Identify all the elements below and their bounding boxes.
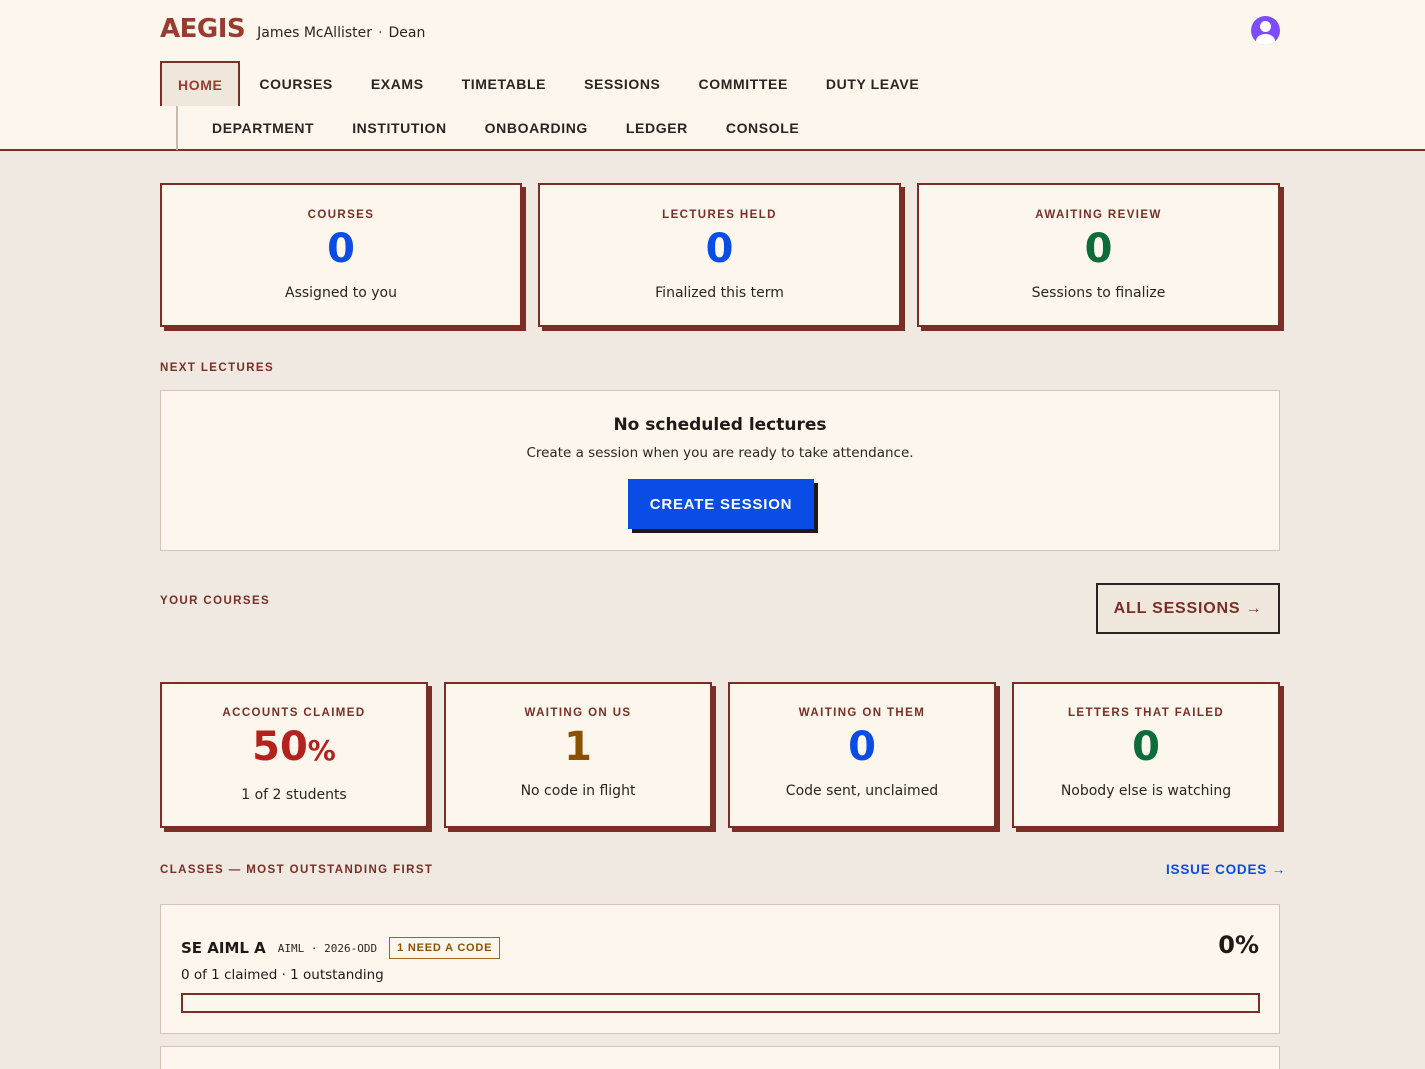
nav-item-ledger[interactable]: LEDGER — [607, 120, 707, 136]
stat-sub: Sessions to finalize — [1031, 285, 1166, 301]
stat-sub: Assigned to you — [285, 285, 397, 301]
stat-value: 50% — [162, 725, 426, 773]
stat-sub: No code in flight — [520, 783, 636, 799]
stat-value: 0 — [1084, 226, 1113, 272]
nav-item-committee[interactable]: COMMITTEE — [680, 76, 807, 92]
nav-item-courses[interactable]: COURSES — [240, 76, 351, 92]
stat-label: COURSES — [307, 209, 375, 221]
user-separator: · — [378, 25, 383, 41]
stat-label: WAITING ON US — [524, 707, 632, 719]
user-role: Dean — [388, 25, 426, 41]
class-card[interactable]: SE AIML A AIML · 2026-ODD 1 NEED A CODE … — [160, 904, 1280, 1034]
stat-value: 0 — [327, 226, 355, 272]
stat-value: 0 — [705, 226, 734, 272]
stat-card-awaiting-review: AWAITING REVIEW 0 Sessions to finalize — [917, 183, 1280, 327]
nav-item-duty-leave[interactable]: DUTY LEAVE — [807, 76, 938, 92]
stat-value-number: 50 — [252, 724, 308, 770]
stat-label: WAITING ON THEM — [798, 707, 926, 719]
class-name: SE AIML A — [181, 939, 266, 957]
section-label-your-courses: YOUR COURSES — [160, 595, 271, 607]
stat-sub: 1 of 2 students — [241, 787, 347, 803]
section-label-next-lectures: NEXT LECTURES — [160, 362, 275, 374]
stat-value: 1 — [564, 724, 592, 770]
create-session-button[interactable]: CREATE SESSION — [628, 479, 814, 529]
stat-value-unit: % — [307, 734, 336, 767]
nav-item-institution[interactable]: INSTITUTION — [333, 120, 465, 136]
nav-item-home[interactable]: HOME — [160, 61, 241, 106]
stat-label: LETTERS THAT FAILED — [1067, 707, 1225, 719]
stat-label: LECTURES HELD — [662, 209, 777, 221]
stat-card-waiting-on-them: WAITING ON THEM 0 Code sent, unclaimed — [728, 682, 996, 828]
class-card-next[interactable] — [160, 1046, 1280, 1069]
class-term: 2026-ODD — [324, 941, 378, 955]
class-summary: 0 of 1 claimed · 1 outstanding — [181, 967, 384, 983]
need-code-badge: 1 NEED A CODE — [389, 937, 501, 959]
nav-primary: HOME COURSES EXAMS TIMETABLE SESSIONS CO… — [160, 61, 938, 106]
nav-item-sessions[interactable]: SESSIONS — [565, 76, 679, 92]
empty-state-subtitle: Create a session when you are ready to t… — [526, 445, 914, 461]
stat-card-letters-failed: LETTERS THAT FAILED 0 Nobody else is wat… — [1012, 682, 1280, 828]
stat-card-accounts-claimed: ACCOUNTS CLAIMED 50% 1 of 2 students — [160, 682, 428, 828]
user-name: James McAllister — [257, 25, 373, 41]
nav-item-timetable[interactable]: TIMETABLE — [443, 76, 565, 92]
stat-sub: Nobody else is watching — [1060, 783, 1232, 799]
class-dept: AIML — [277, 941, 305, 955]
next-lectures-panel: No scheduled lectures Create a session w… — [160, 390, 1280, 551]
claim-progress-bar — [181, 993, 1260, 1013]
avatar-icon[interactable] — [1251, 16, 1280, 45]
avatar-body — [1256, 34, 1275, 45]
stat-label: ACCOUNTS CLAIMED — [222, 707, 366, 719]
stat-sub: Code sent, unclaimed — [785, 783, 939, 799]
stat-card-courses: COURSES 0 Assigned to you — [160, 183, 522, 327]
class-percent: 0% — [1218, 931, 1259, 959]
app-logo[interactable]: AEGIS — [160, 14, 246, 44]
all-sessions-button[interactable]: ALL SESSIONS → — [1096, 583, 1280, 634]
empty-state-title: No scheduled lectures — [613, 415, 827, 435]
avatar-head — [1260, 21, 1271, 32]
stat-card-waiting-on-us: WAITING ON US 1 No code in flight — [444, 682, 712, 828]
user-line: James McAllister · Dean — [257, 25, 425, 41]
stat-value: 0 — [1132, 724, 1160, 770]
nav-secondary: DEPARTMENT INSTITUTION ONBOARDING LEDGER… — [176, 106, 818, 150]
nav-item-console[interactable]: CONSOLE — [707, 120, 818, 136]
stat-label: AWAITING REVIEW — [1035, 209, 1162, 221]
class-header: SE AIML A AIML · 2026-ODD 1 NEED A CODE — [181, 937, 501, 959]
class-meta: AIML · 2026-ODD — [278, 942, 377, 955]
stat-value: 0 — [848, 724, 876, 770]
class-meta-dot: · — [310, 941, 318, 955]
stat-card-lectures-held: LECTURES HELD 0 Finalized this term — [538, 183, 901, 327]
nav-item-exams[interactable]: EXAMS — [352, 76, 443, 92]
nav-item-department[interactable]: DEPARTMENT — [212, 120, 333, 136]
section-label-classes: CLASSES — MOST OUTSTANDING FIRST — [160, 864, 434, 876]
issue-codes-link[interactable]: ISSUE CODES → — [1166, 862, 1286, 877]
nav-item-onboarding[interactable]: ONBOARDING — [466, 120, 607, 136]
brand: AEGIS James McAllister · Dean — [160, 14, 425, 44]
top-header: AEGIS James McAllister · Dean HOME COURS… — [0, 0, 1425, 151]
stat-sub: Finalized this term — [655, 285, 784, 301]
